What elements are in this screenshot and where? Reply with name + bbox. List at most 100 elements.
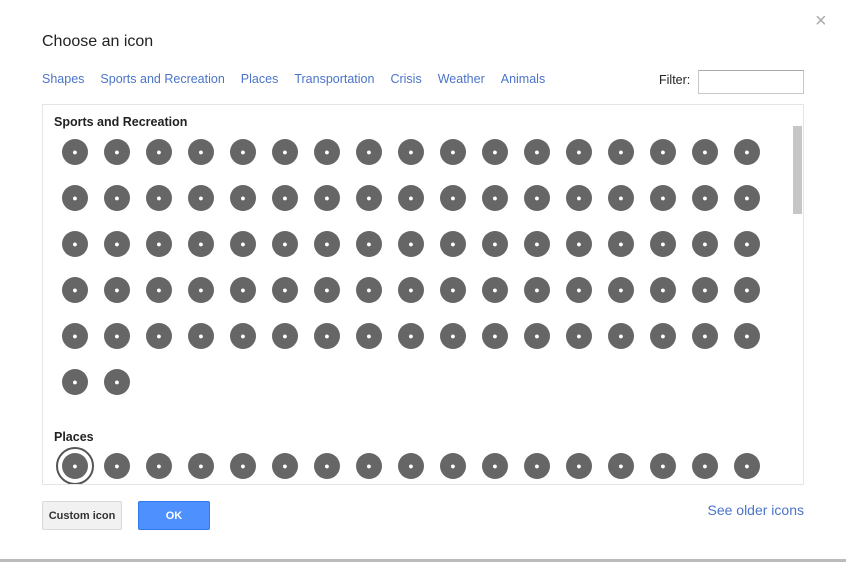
star-icon[interactable]: ● (650, 277, 676, 303)
binoculars-icon[interactable]: ● (356, 323, 382, 349)
ice-hockey-icon[interactable]: ● (62, 231, 88, 257)
rodeo-icon[interactable]: ● (104, 185, 130, 211)
mountain-icon[interactable]: ● (482, 277, 508, 303)
running-icon[interactable]: ● (356, 185, 382, 211)
beach-icon[interactable]: ● (230, 277, 256, 303)
basketball-icon[interactable]: ● (104, 139, 130, 165)
martial-arts-icon[interactable]: ● (650, 139, 676, 165)
fast-food-icon[interactable]: ● (104, 453, 130, 479)
ping-pong-icon[interactable]: ● (566, 139, 592, 165)
steak-icon[interactable]: ● (356, 453, 382, 479)
coffee-icon[interactable]: ● (692, 453, 718, 479)
bowling-icon[interactable]: ● (188, 185, 214, 211)
picnic-icon[interactable]: ● (314, 277, 340, 303)
fishing-spot-icon[interactable]: ● (104, 369, 130, 395)
tab-transportation[interactable]: Transportation (294, 72, 374, 86)
drink-icon[interactable]: ● (566, 453, 592, 479)
atv-icon[interactable]: ● (650, 323, 676, 349)
horse-icon[interactable]: ● (146, 185, 172, 211)
hiking-icon[interactable]: ● (398, 185, 424, 211)
walking-icon[interactable]: ● (734, 277, 760, 303)
fencing-icon[interactable]: ● (692, 139, 718, 165)
golf-flag-icon[interactable]: ● (356, 139, 382, 165)
snowmobile-icon[interactable]: ● (398, 231, 424, 257)
tab-sports[interactable]: Sports and Recreation (100, 72, 224, 86)
football-icon[interactable]: ● (146, 139, 172, 165)
archery-icon[interactable]: ● (314, 185, 340, 211)
waterfall-icon[interactable]: ● (608, 277, 634, 303)
racquet-icon[interactable]: ● (524, 139, 550, 165)
camper-icon[interactable]: ● (692, 323, 718, 349)
chicken-icon[interactable]: ● (398, 453, 424, 479)
sailing-icon[interactable]: ● (524, 231, 550, 257)
deer-icon[interactable]: ● (188, 323, 214, 349)
fishing-icon[interactable]: ● (146, 277, 172, 303)
snowboard-icon[interactable]: ● (272, 231, 298, 257)
bonfire-icon[interactable]: ● (482, 323, 508, 349)
tennis-icon[interactable]: ● (398, 139, 424, 165)
viewpoint-icon[interactable]: ● (230, 323, 256, 349)
ok-button[interactable]: OK (138, 501, 210, 530)
cycling-icon[interactable]: ● (440, 185, 466, 211)
filter-input[interactable] (698, 70, 804, 94)
close-icon[interactable]: × (815, 10, 827, 33)
climbing-icon[interactable]: ● (524, 185, 550, 211)
scrollbar[interactable] (793, 126, 802, 214)
tree-icon[interactable]: ● (356, 277, 382, 303)
tab-animals[interactable]: Animals (501, 72, 545, 86)
baseball-icon[interactable]: ● (62, 139, 88, 165)
burger-icon[interactable]: ● (146, 453, 172, 479)
jetski-icon[interactable]: ● (566, 231, 592, 257)
sledding-icon[interactable]: ● (314, 231, 340, 257)
kayak-icon[interactable]: ● (440, 231, 466, 257)
windsurfing-icon[interactable]: ● (692, 231, 718, 257)
racing-flag-icon[interactable]: ● (62, 185, 88, 211)
golfer-icon[interactable]: ● (314, 139, 340, 165)
tea-icon[interactable]: ● (734, 453, 760, 479)
swimming-icon[interactable]: ● (734, 231, 760, 257)
beer-icon[interactable]: ● (608, 453, 634, 479)
tab-places[interactable]: Places (241, 72, 279, 86)
climbing-wall-icon[interactable]: ● (566, 185, 592, 211)
axe-icon[interactable]: ● (566, 323, 592, 349)
family-icon[interactable]: ● (62, 323, 88, 349)
hockey-icon[interactable]: ● (440, 139, 466, 165)
dim-sum-icon[interactable]: ● (314, 453, 340, 479)
pizza-icon[interactable]: ● (230, 453, 256, 479)
rowing-icon[interactable]: ● (482, 231, 508, 257)
skiing-icon[interactable]: ● (146, 231, 172, 257)
snow-shoe-icon[interactable]: ● (230, 231, 256, 257)
park-icon[interactable]: ● (398, 277, 424, 303)
theater-icon[interactable]: ● (62, 369, 88, 395)
hunting-icon[interactable]: ● (146, 323, 172, 349)
noodles-icon[interactable]: ● (272, 453, 298, 479)
volleyball-icon[interactable]: ● (272, 139, 298, 165)
guitar-icon[interactable]: ● (440, 323, 466, 349)
parachute-icon[interactable]: ● (692, 185, 718, 211)
ice-skating-icon[interactable]: ● (104, 231, 130, 257)
palm-tree-icon[interactable]: ● (440, 277, 466, 303)
wine-icon[interactable]: ● (650, 453, 676, 479)
gymnastics-icon[interactable]: ● (482, 185, 508, 211)
hang-glider-icon[interactable]: ● (734, 185, 760, 211)
weightlifting-icon[interactable]: ● (734, 139, 760, 165)
snorkel-icon[interactable]: ● (62, 277, 88, 303)
mining-icon[interactable]: ● (272, 323, 298, 349)
hot-spring-icon[interactable]: ● (566, 277, 592, 303)
binoculars-man-icon[interactable]: ● (104, 323, 130, 349)
restaurant-icon[interactable]: ● (56, 447, 94, 484)
cross-country-ski-icon[interactable]: ● (188, 231, 214, 257)
sunbathing-icon[interactable]: ● (188, 277, 214, 303)
tent-icon[interactable]: ● (398, 323, 424, 349)
tab-crisis[interactable]: Crisis (390, 72, 421, 86)
diving-icon[interactable]: ● (104, 277, 130, 303)
tab-weather[interactable]: Weather (438, 72, 485, 86)
boxing-icon[interactable]: ● (608, 139, 634, 165)
water-ski-icon[interactable]: ● (650, 231, 676, 257)
billiards-icon[interactable]: ● (230, 185, 256, 211)
surfing-icon[interactable]: ● (608, 231, 634, 257)
hiking-trail-icon[interactable]: ● (356, 231, 382, 257)
ice-cream-icon[interactable]: ● (482, 453, 508, 479)
fish-icon[interactable]: ● (440, 453, 466, 479)
cricket-icon[interactable]: ● (272, 185, 298, 211)
